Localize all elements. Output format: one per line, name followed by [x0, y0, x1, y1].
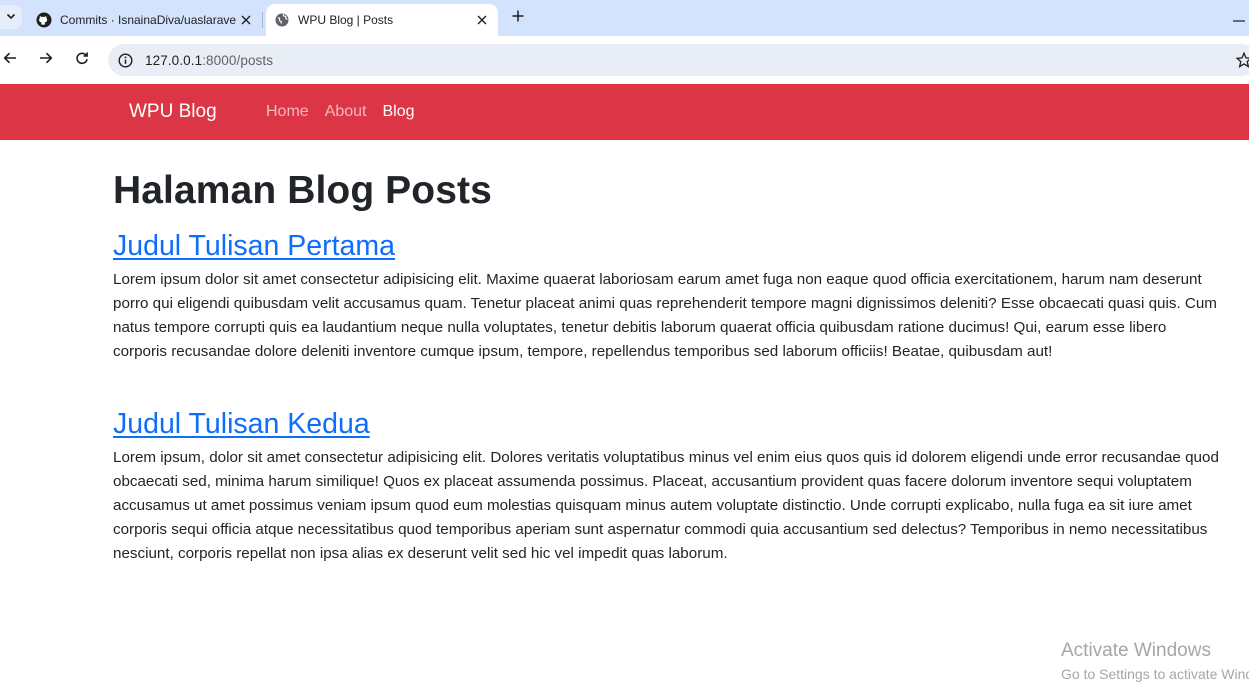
post-title-link[interactable]: Judul Tulisan Pertama [113, 228, 395, 264]
nav-link-about[interactable]: About [325, 103, 367, 121]
globe-icon [274, 12, 290, 28]
plus-icon [512, 9, 524, 27]
site-navbar: WPU Blog Home About Blog [0, 84, 1249, 140]
forward-button[interactable] [34, 48, 58, 72]
url-host: 127.0.0.1 [145, 52, 203, 68]
arrow-left-icon [3, 51, 17, 70]
back-button[interactable] [0, 48, 22, 72]
reload-icon [75, 51, 89, 70]
close-icon[interactable] [236, 10, 256, 30]
site-info-icon[interactable] [114, 49, 136, 71]
new-tab-button[interactable] [506, 6, 530, 30]
post-excerpt: Lorem ipsum, dolor sit amet consectetur … [113, 449, 1219, 562]
post-title-link[interactable]: Judul Tulisan Kedua [113, 406, 370, 442]
arrow-right-icon [39, 51, 53, 70]
address-bar[interactable]: 127.0.0.1:8000/posts [108, 44, 1249, 76]
tab-title: WPU Blog | Posts [298, 13, 394, 27]
nav-link-blog[interactable]: Blog [383, 103, 415, 121]
chevron-down-icon [6, 8, 16, 26]
url-path: :8000/posts [202, 52, 274, 68]
tab-title: Commits · IsnainaDiva/uaslaravel [60, 13, 236, 27]
url-text: 127.0.0.1:8000/posts [145, 53, 273, 68]
main-content: Halaman Blog Posts Judul Tulisan Pertama… [113, 168, 1223, 608]
watermark-subtitle: Go to Settings to activate Windows. [1061, 666, 1249, 682]
activate-windows-watermark: Activate Windows Go to Settings to activ… [1061, 640, 1249, 685]
post-item: Judul Tulisan Pertama Lorem ipsum dolor … [113, 228, 1223, 364]
tab-commits[interactable]: Commits · IsnainaDiva/uaslaravel [26, 4, 262, 36]
github-icon [36, 12, 52, 28]
browser-toolbar: 127.0.0.1:8000/posts [0, 36, 1249, 84]
watermark-title: Activate Windows [1061, 640, 1211, 661]
minimize-button[interactable] [1228, 8, 1249, 28]
close-icon[interactable] [472, 10, 492, 30]
tab-strip: Commits · IsnainaDiva/uaslaravel WPU Blo… [0, 0, 1249, 36]
page-title: Halaman Blog Posts [113, 169, 492, 212]
star-icon[interactable] [1235, 51, 1249, 68]
tab-separator [262, 12, 263, 28]
nav-link-home[interactable]: Home [266, 103, 309, 121]
post-excerpt: Lorem ipsum dolor sit amet consectetur a… [113, 271, 1217, 360]
tab-wpu-blog[interactable]: WPU Blog | Posts [266, 4, 498, 36]
nav-links: Home About Blog [266, 103, 415, 121]
minimize-icon [1232, 9, 1245, 27]
post-item: Judul Tulisan Kedua Lorem ipsum, dolor s… [113, 406, 1223, 566]
tab-search-button[interactable] [0, 5, 22, 29]
navbar-brand[interactable]: WPU Blog [129, 101, 217, 123]
reload-button[interactable] [70, 48, 94, 72]
